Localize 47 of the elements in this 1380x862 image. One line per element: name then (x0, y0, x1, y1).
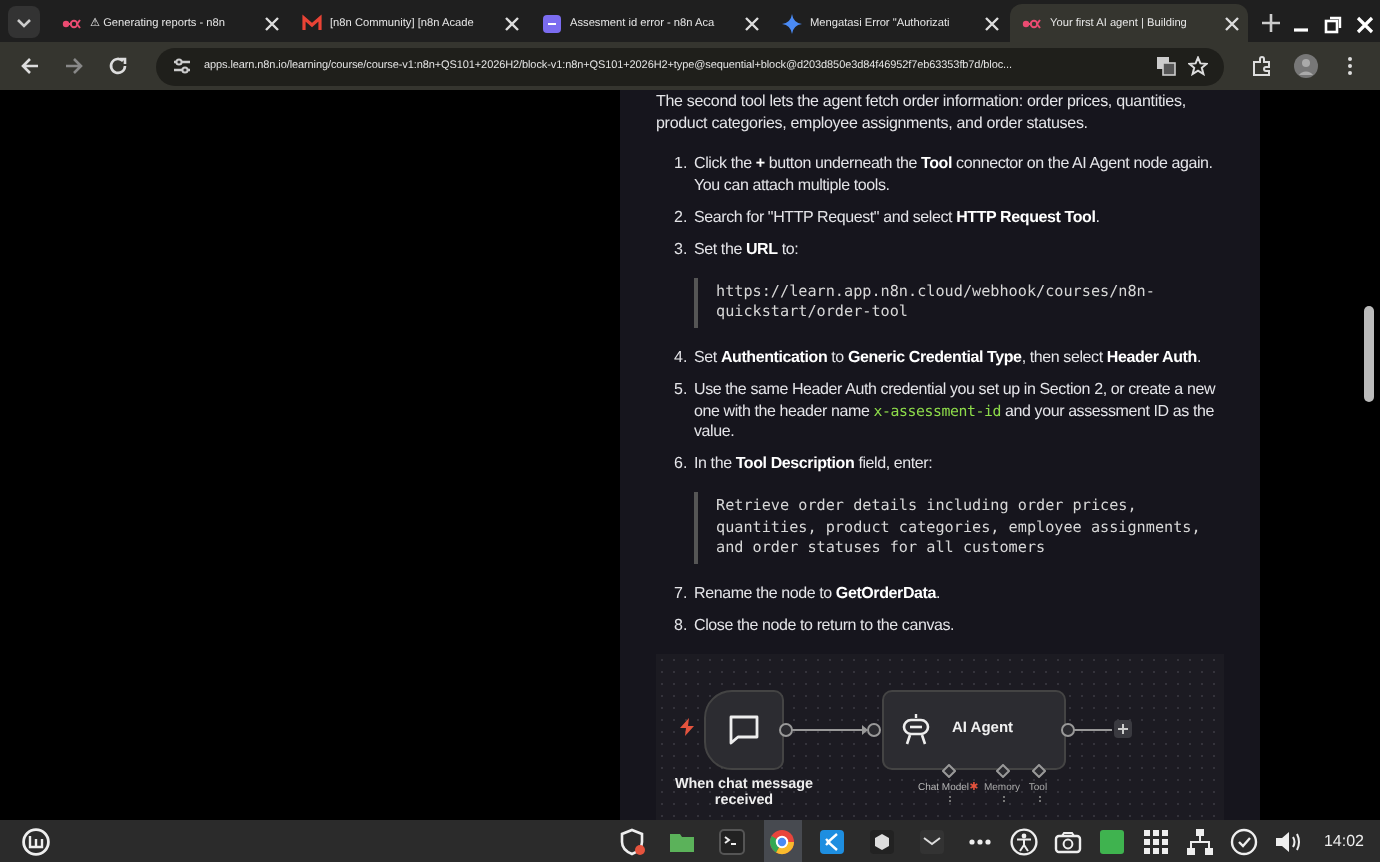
close-icon[interactable] (744, 15, 760, 31)
connector-diamond-icon (1032, 763, 1046, 778)
step-number: 1. (674, 154, 690, 177)
clock-time: 14:02 (1323, 832, 1364, 850)
intro-paragraph: The second tool lets the agent fetch order information: order prices, quantities, product categories, employee assignments, and order statuses. (656, 90, 1188, 135)
chat-square-icon (542, 13, 562, 33)
connector-diamond-icon (942, 763, 956, 778)
step-number: 5. (674, 380, 690, 403)
step-number: 8. (674, 616, 690, 638)
step-text: Close the node to return to the canvas. (694, 616, 957, 638)
step-text: Set the URL to: (694, 239, 801, 262)
site-settings-icon[interactable] (172, 56, 192, 76)
step-text: Search for "HTTP Request" and select HTTP Request Tool. (694, 207, 1102, 229)
step-text: Rename the node to GetOrderData. (694, 584, 943, 606)
trigger-bolt-icon (680, 717, 694, 736)
step-text: Set Authentication to Generic Credential Type, then select Header Auth. (694, 348, 1203, 370)
connection-line (778, 721, 882, 738)
update-check-icon[interactable] (1227, 823, 1260, 859)
close-icon[interactable] (1224, 15, 1240, 31)
translate-icon[interactable] (1156, 56, 1176, 76)
browser-icon[interactable] (763, 820, 802, 862)
output-connector-icon (1060, 721, 1116, 738)
close-icon[interactable] (264, 15, 280, 31)
asterisk-icon (970, 781, 979, 790)
close-icon[interactable] (504, 15, 520, 31)
step-number: 3. (674, 239, 690, 262)
step-number: 7. (674, 584, 690, 606)
step-number: 2. (674, 207, 690, 229)
close-icon[interactable] (984, 15, 1000, 31)
add-node-icon[interactable] (1114, 719, 1132, 738)
mint-logo-icon[interactable] (20, 823, 52, 859)
mail-icon (302, 13, 322, 33)
trigger-node[interactable] (704, 689, 784, 770)
tab-list-button[interactable] (8, 6, 40, 38)
chat-bubble-icon (728, 713, 760, 746)
robot-icon (900, 713, 932, 746)
step-number: 4. (674, 348, 690, 370)
bookmark-star-icon[interactable] (1188, 56, 1208, 76)
connector-diamond-icon (996, 763, 1010, 778)
step-text: Click the + button underneath the Tool connector on the AI Agent node again. You can attach multiple tools. (694, 154, 1215, 197)
new-tab-icon[interactable] (1262, 14, 1280, 32)
step-text: In the Tool Description field, enter: (694, 454, 935, 477)
sparkle-icon (782, 13, 802, 33)
step-number: 6. (674, 454, 690, 477)
accessibility-icon[interactable] (1007, 823, 1040, 859)
avatar-icon[interactable] (1288, 48, 1324, 84)
network-icon[interactable] (1183, 823, 1216, 859)
